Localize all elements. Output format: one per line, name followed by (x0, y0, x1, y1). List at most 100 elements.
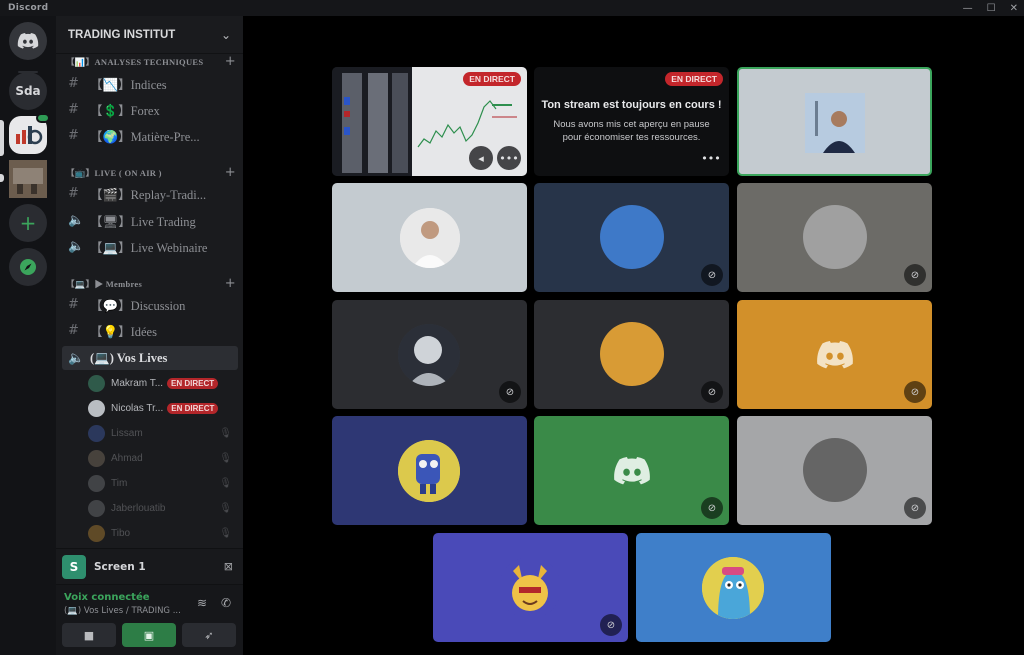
add-server-button[interactable]: + (9, 204, 47, 242)
paused-line: pour économiser tes ressources. (562, 132, 701, 143)
category-label: 【📊】ANALYSES TECHNIQUES (66, 56, 204, 67)
add-channel-icon[interactable]: + (225, 165, 236, 180)
user-tile[interactable] (636, 533, 831, 642)
explore-button[interactable] (9, 248, 47, 286)
user-tile-speaking[interactable] (737, 67, 932, 176)
photo-server-icon (9, 160, 47, 198)
category-label: 【📺】LIVE ( ON AIR ) (66, 167, 162, 178)
mic-muted-icon: 🎙 (219, 452, 232, 464)
screen-share-label: Screen 1 (94, 560, 146, 573)
user-tile[interactable] (332, 183, 527, 292)
channel-discussion[interactable]: # 【💬】Discussion (62, 292, 238, 316)
avatar (88, 424, 105, 442)
more-button[interactable]: ••• (497, 146, 521, 170)
add-channel-icon[interactable]: + (225, 54, 236, 69)
voice-user[interactable]: Tim 🎙 (88, 472, 238, 494)
speaker-icon: ◂ (478, 151, 484, 165)
mic-muted-icon: ⊘ (904, 381, 926, 403)
category-analyses[interactable]: 【📊】ANALYSES TECHNIQUES + (66, 54, 236, 69)
unread-indicator (0, 174, 4, 182)
home-button[interactable] (9, 22, 47, 60)
stream-tile-chart[interactable]: EN DIRECT ◂ ••• (332, 67, 527, 176)
voice-user[interactable]: Ahmad 🎙 (88, 447, 238, 469)
voice-user[interactable]: Tibo 🎙 (88, 522, 238, 544)
voice-user[interactable]: Nicolas Tr... EN DIRECT (88, 397, 238, 419)
avatar (600, 205, 664, 269)
avatar (600, 322, 664, 386)
speaker-icon: 🔈 (68, 238, 85, 254)
channel-forex[interactable]: # 【💲】Forex (62, 97, 238, 121)
server-trading-institut[interactable] (9, 113, 50, 154)
live-tag: EN DIRECT (463, 72, 521, 86)
compass-icon (20, 259, 36, 275)
user-tile[interactable]: ⊘ (534, 300, 729, 409)
paused-message: Nous avons mis cet aperçu en pause pour … (534, 118, 729, 144)
user-tile[interactable]: ⊘ (737, 183, 932, 292)
category-label: 【💻】▶ Membres (66, 278, 143, 289)
screen-share-button[interactable]: ▣ (122, 623, 176, 647)
activity-button[interactable]: ➶ (182, 623, 236, 647)
user-tile[interactable]: ⊘ (737, 300, 932, 409)
user-name: Nicolas Tr... (111, 402, 164, 414)
guild-header[interactable]: TRADING INSTITUT ⌄ (56, 16, 243, 54)
mic-muted-icon: 🎙 (219, 477, 232, 489)
channel-replay[interactable]: # 【🎬】Replay-Tradi... (62, 181, 238, 205)
mic-muted-icon: ⊘ (904, 264, 926, 286)
channel-idees[interactable]: # 【💡】Idées (62, 318, 238, 342)
volume-button[interactable]: ◂ (469, 146, 493, 170)
selected-server-indicator (0, 120, 4, 156)
window-controls: — ☐ ✕ (963, 0, 1018, 16)
camera-button[interactable]: ■ (62, 623, 116, 647)
user-tile[interactable]: ⊘ (737, 416, 932, 525)
avatar (398, 324, 460, 386)
voice-channel-link[interactable]: (💻) Vos Lives / TRADING ... (64, 606, 181, 616)
screen-share-bar[interactable]: S Screen 1 ⊠ (56, 548, 243, 584)
avatar (400, 208, 460, 268)
live-badge: EN DIRECT (167, 402, 219, 414)
voice-status: Voix connectée (64, 592, 150, 603)
disconnect-icon[interactable]: ✆ (221, 596, 231, 610)
voice-user[interactable]: Jaberlouatib 🎙 (88, 497, 238, 519)
user-tile[interactable]: ⊘ (332, 300, 527, 409)
maximize-icon[interactable]: ☐ (987, 3, 996, 14)
user-name: Lissam (111, 427, 143, 439)
server-sda[interactable]: Sda (9, 72, 47, 110)
user-tile[interactable]: ⊘ (433, 533, 628, 642)
mic-muted-icon: ⊘ (701, 264, 723, 286)
avatar (803, 205, 867, 269)
category-membres[interactable]: 【💻】▶ Membres + (66, 276, 236, 291)
avatar (805, 93, 865, 153)
user-tile[interactable] (332, 416, 527, 525)
more-button[interactable]: ••• (699, 146, 723, 170)
server-rail: Sda + (0, 16, 56, 655)
channel-label: (💻) Vos Lives (90, 350, 168, 365)
minimize-icon[interactable]: — (963, 3, 973, 14)
user-tile[interactable]: ⊘ (534, 183, 729, 292)
app-title: Discord (8, 3, 49, 13)
channel-live-webinaire[interactable]: 🔈 【💻】Live Webinaire (62, 234, 238, 258)
guild-name: TRADING INSTITUT (68, 28, 176, 41)
plus-icon: + (19, 211, 37, 235)
server-photo[interactable] (9, 160, 47, 198)
voice-user[interactable]: Makram T... EN DIRECT (88, 372, 238, 394)
mic-muted-icon: 🎙 (219, 427, 232, 439)
voice-user[interactable]: Lissam 🎙 (88, 422, 238, 444)
close-icon[interactable]: ✕ (1010, 3, 1018, 14)
channel-live-trading[interactable]: 🔈 【🖥】Live Trading (62, 208, 238, 232)
stop-share-icon[interactable]: ⊠ (224, 560, 233, 573)
user-tile[interactable]: ⊘ (534, 416, 729, 525)
channel-vos-lives[interactable]: 🔈 (💻) Vos Lives (62, 346, 238, 370)
speaker-icon: 🔈 (68, 212, 85, 228)
add-channel-icon[interactable]: + (225, 276, 236, 291)
channel-matiere[interactable]: # 【🌍】Matière-Pre... (62, 123, 238, 147)
channel-label: 【💲】Forex (90, 103, 160, 118)
category-live[interactable]: 【📺】LIVE ( ON AIR ) + (66, 165, 236, 180)
trading-institut-server-icon (16, 126, 43, 145)
channel-label: 【📉】Indices (90, 77, 167, 92)
noise-suppression-icon[interactable]: ≋ (197, 596, 207, 610)
own-stream-tile[interactable]: EN DIRECT Ton stream est toujours en cou… (534, 67, 729, 176)
channel-indices[interactable]: # 【📉】Indices (62, 71, 238, 95)
video-stage: EN DIRECT ◂ ••• EN DIRECT Ton stream est… (243, 16, 1024, 655)
avatar (803, 438, 867, 502)
chevron-down-icon[interactable]: ⌄ (221, 28, 231, 42)
